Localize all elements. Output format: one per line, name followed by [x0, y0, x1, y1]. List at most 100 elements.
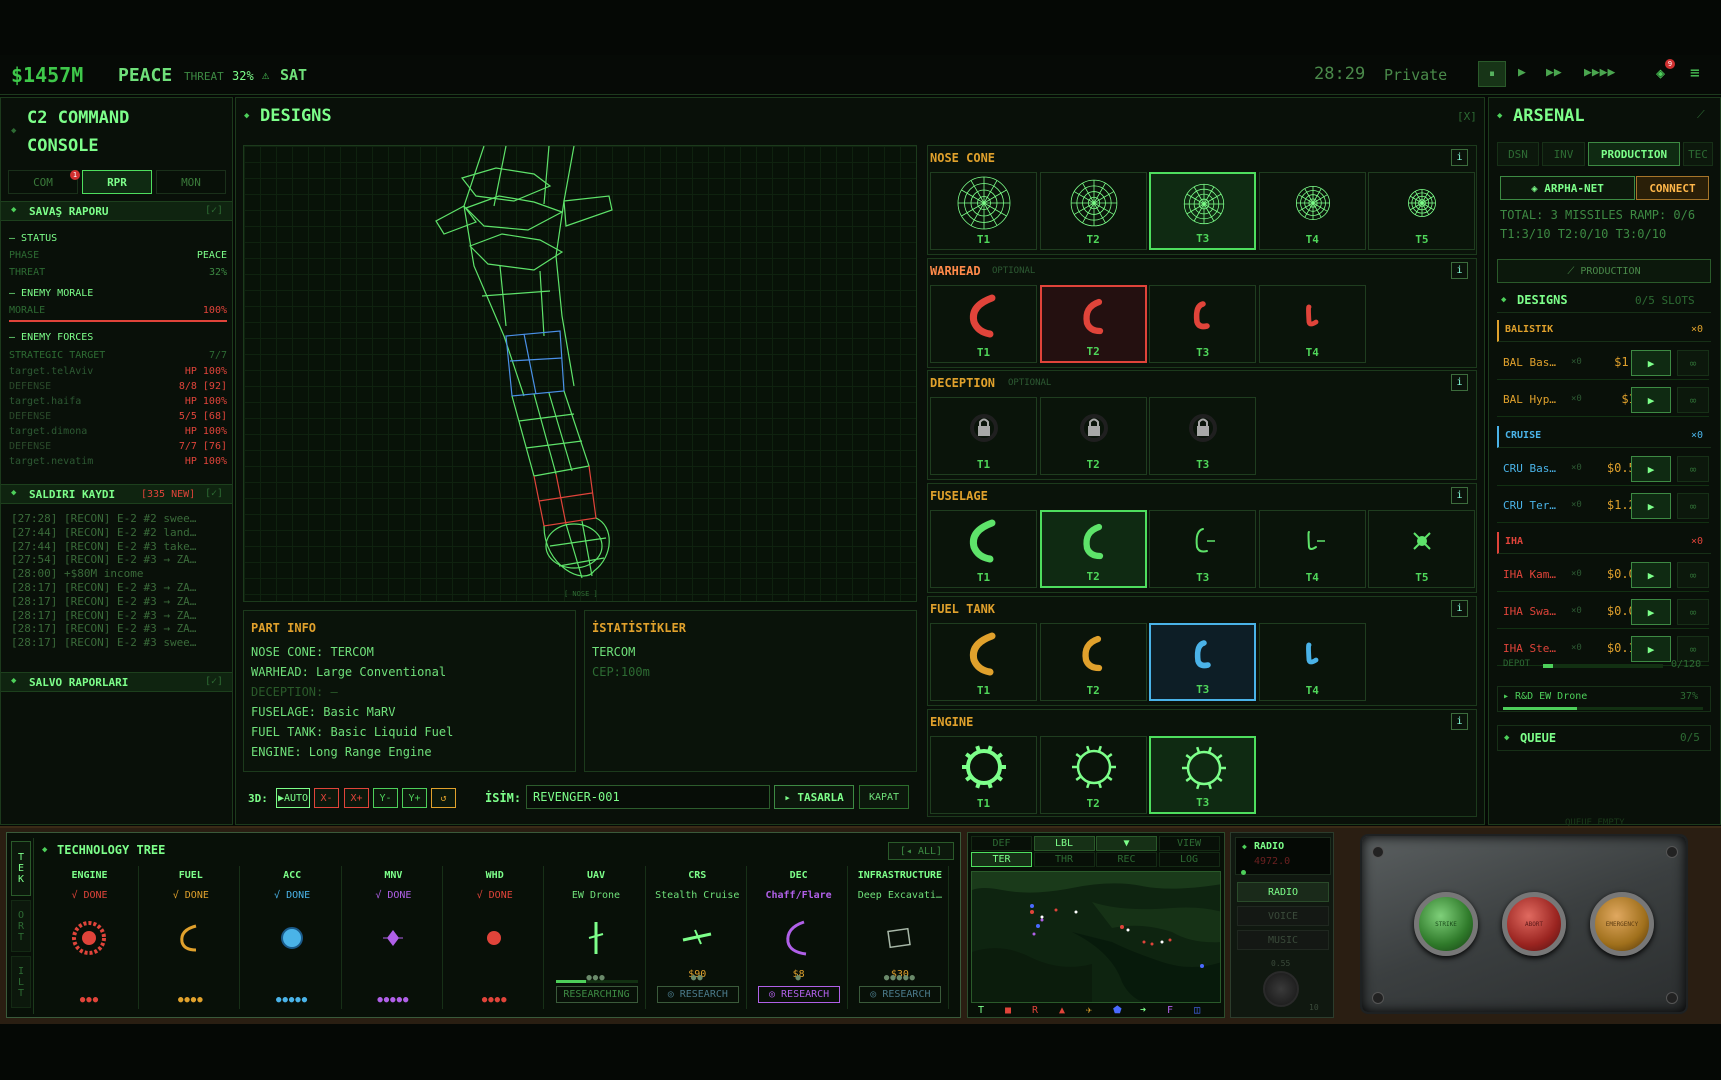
tech-column-mnv[interactable]: MNV √ DONE ●●●●●	[345, 866, 443, 1009]
arsenal-expand-icon[interactable]: ⟋	[1697, 108, 1705, 122]
design-submit-button[interactable]: ▸ TASARLA	[774, 785, 854, 809]
arsenal-group-header[interactable]: BALISTIK ×0	[1497, 320, 1711, 342]
arsenal-designs-header[interactable]: ◆ DESIGNS 0/5 SLOTS	[1497, 289, 1711, 313]
map-legend-toggle[interactable]: ➜	[1140, 1005, 1146, 1016]
tab-mon[interactable]: MON	[156, 170, 226, 194]
part-info-icon[interactable]: i	[1451, 600, 1468, 617]
part-tile[interactable]: T1	[930, 623, 1037, 701]
map-legend-toggle[interactable]: ▲	[1059, 1005, 1065, 1016]
arsenal-tab-production[interactable]: PRODUCTION	[1588, 142, 1680, 166]
research-button[interactable]: ◎ RESEARCH	[656, 986, 739, 1003]
rotate-control-button[interactable]: X+	[344, 788, 369, 808]
report-header[interactable]: ◆ SAVAŞ RAPORU [✓]	[1, 201, 232, 221]
production-button[interactable]: ⟋ PRODUCTION	[1497, 259, 1711, 283]
menu-icon[interactable]: ≡	[1690, 63, 1700, 82]
map-tab[interactable]: ▼	[1096, 836, 1157, 851]
part-tile[interactable]: T1	[930, 397, 1037, 475]
play-speed-2-button[interactable]: ▶▶	[1546, 65, 1562, 80]
rotate-control-button[interactable]: X-	[314, 788, 339, 808]
map-legend-toggle[interactable]: ■	[1005, 1005, 1011, 1016]
part-tile[interactable]: T4	[1258, 285, 1366, 363]
part-tile[interactable]: T5	[1368, 510, 1476, 588]
tech-all-button[interactable]: [◂ ALL]	[888, 842, 954, 860]
report-toggle[interactable]: [✓]	[205, 205, 223, 216]
map-layer-tab[interactable]: REC	[1096, 852, 1157, 867]
map-tab[interactable]: LBL	[1033, 836, 1095, 851]
infinite-produce-button[interactable]: ∞	[1677, 456, 1709, 482]
produce-button[interactable]: ▶	[1631, 562, 1671, 588]
produce-button[interactable]: ▶	[1631, 599, 1671, 625]
part-tile[interactable]: T4	[1258, 623, 1366, 701]
tech-side-tab-ilt[interactable]: ILT	[11, 956, 31, 1008]
produce-button[interactable]: ▶	[1631, 350, 1671, 376]
part-tile[interactable]: T1	[930, 736, 1037, 814]
rotate-control-button[interactable]: Y+	[402, 788, 427, 808]
rnd-row[interactable]: ▸ R&D EW Drone 37%	[1497, 686, 1711, 712]
radio-mode-music-button[interactable]: MUSIC	[1237, 930, 1329, 950]
produce-button[interactable]: ▶	[1631, 387, 1671, 413]
part-tile[interactable]: T3	[1149, 285, 1257, 363]
map-layer-tab[interactable]: THR	[1033, 852, 1095, 867]
play-speed-4-button[interactable]: ▶▶▶▶	[1584, 65, 1615, 80]
map-legend-toggle[interactable]: F	[1167, 1005, 1173, 1016]
minimap-view[interactable]	[971, 871, 1221, 1003]
emergency-button[interactable]: EMERGENCY	[1590, 892, 1654, 956]
arsenal-tab-inv[interactable]: INV	[1542, 142, 1585, 166]
tech-column-whd[interactable]: WHD √ DONE ●●●●	[446, 866, 545, 1009]
tech-column-fuel[interactable]: FUEL √ DONE ●●●●	[142, 866, 241, 1009]
map-legend-toggle[interactable]: ✈	[1086, 1005, 1092, 1016]
part-info-icon[interactable]: i	[1451, 149, 1468, 166]
arsenal-group-header[interactable]: CRUISE ×0	[1497, 426, 1711, 448]
rotate-control-button[interactable]: ▶AUTO	[276, 788, 310, 808]
map-layer-tab[interactable]: TER	[971, 852, 1032, 867]
part-tile[interactable]: T4	[1258, 172, 1366, 250]
infinite-produce-button[interactable]: ∞	[1677, 562, 1709, 588]
part-tile[interactable]: T3	[1149, 623, 1257, 701]
map-tab[interactable]: VIEW	[1158, 836, 1220, 851]
tab-rpr[interactable]: RPR	[82, 170, 152, 194]
tech-column-acc[interactable]: ACC √ DONE ●●●●●	[244, 866, 342, 1009]
rotate-control-button[interactable]: ↺	[431, 788, 456, 808]
design-name-input[interactable]	[526, 785, 770, 809]
arpha-net-button[interactable]: ◈ ARPHA-NET	[1500, 176, 1635, 200]
queue-header[interactable]: ◆ QUEUE 0/5	[1497, 725, 1711, 751]
rotate-control-button[interactable]: Y-	[373, 788, 398, 808]
tech-column-infrastructure[interactable]: INFRASTRUCTURE Deep Excavati… $30 ◎ RESEARC…	[851, 866, 950, 1009]
arsenal-group-header[interactable]: IHA ×0	[1497, 532, 1711, 554]
radio-mode-radio-button[interactable]: RADIO	[1237, 882, 1329, 902]
part-tile[interactable]: T3	[1149, 736, 1257, 814]
infinite-produce-button[interactable]: ∞	[1677, 350, 1709, 376]
part-tile[interactable]: T4	[1258, 510, 1366, 588]
tech-side-tab-tek[interactable]: TEK	[11, 841, 31, 896]
part-info-icon[interactable]: i	[1451, 262, 1468, 279]
arsenal-tab-tec[interactable]: TEC	[1683, 142, 1713, 166]
part-info-icon[interactable]: i	[1451, 374, 1468, 391]
part-tile[interactable]: T2	[1039, 510, 1147, 588]
map-tab[interactable]: DEF	[971, 836, 1032, 851]
part-tile[interactable]: T2	[1039, 736, 1147, 814]
play-speed-1-button[interactable]: ▶	[1518, 65, 1526, 80]
part-tile[interactable]: T2	[1039, 172, 1147, 250]
arsenal-tab-dsn[interactable]: DSN	[1497, 142, 1539, 166]
part-tile[interactable]: T1	[930, 510, 1037, 588]
abort-button[interactable]: ABORT	[1502, 892, 1566, 956]
strike-button[interactable]: STRIKE	[1414, 892, 1478, 956]
map-legend-toggle[interactable]: ◫	[1194, 1005, 1200, 1016]
pause-button[interactable]: ⏸	[1478, 61, 1506, 87]
designs-close-button[interactable]: [X]	[1457, 110, 1477, 123]
map-legend-toggle[interactable]: R	[1032, 1005, 1038, 1016]
radio-volume-knob[interactable]	[1263, 971, 1299, 1007]
research-button[interactable]: ◎ RESEARCH	[859, 986, 942, 1003]
part-tile[interactable]: T5	[1368, 172, 1476, 250]
notification-icon[interactable]: ◈	[1656, 64, 1665, 82]
infinite-produce-button[interactable]: ∞	[1677, 599, 1709, 625]
part-tile[interactable]: T3	[1149, 172, 1257, 250]
produce-button[interactable]: ▶	[1631, 456, 1671, 482]
part-tile[interactable]: T2	[1039, 285, 1147, 363]
missile-3d-viewer[interactable]: [ NOSE ]	[243, 145, 917, 602]
attack-log-toggle[interactable]: [✓]	[205, 488, 223, 499]
radio-mode-voice-button[interactable]: VOICE	[1237, 906, 1329, 926]
attack-log-header[interactable]: ◆ SALDIRI KAYDI [335 NEW] [✓]	[1, 484, 232, 504]
produce-button[interactable]: ▶	[1631, 493, 1671, 519]
part-info-icon[interactable]: i	[1451, 487, 1468, 504]
